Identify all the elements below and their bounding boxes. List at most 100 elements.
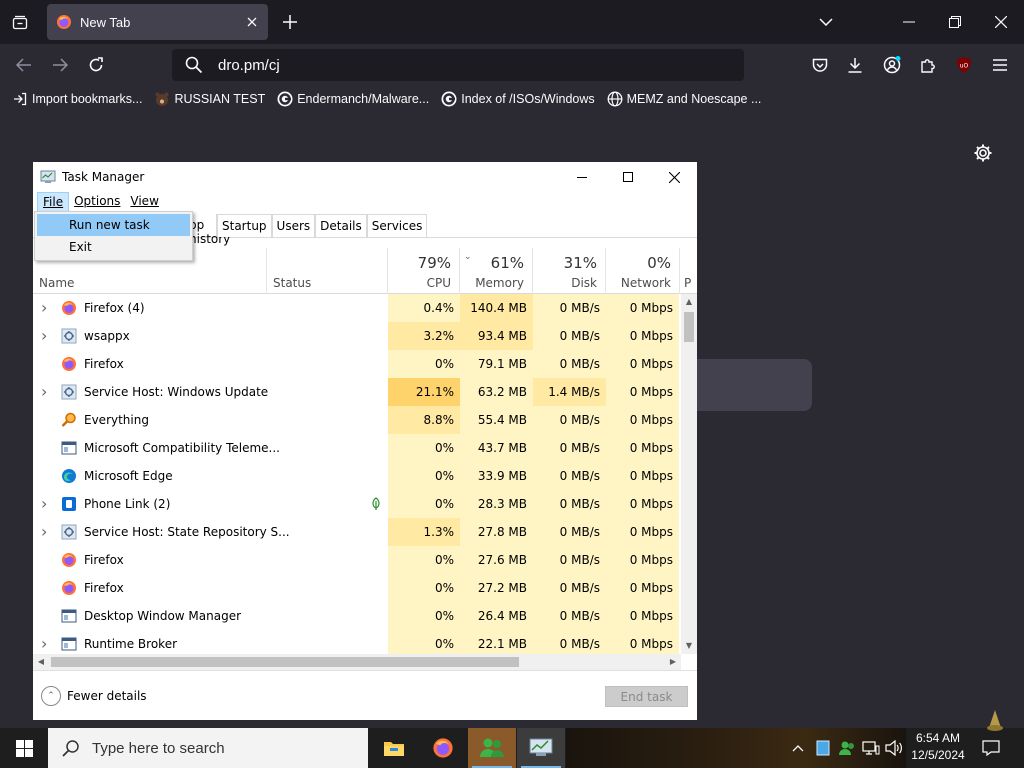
scroll-left-icon[interactable]: ◀ [33, 654, 49, 670]
forward-button[interactable] [45, 50, 75, 80]
tm-maximize-button[interactable] [605, 162, 651, 192]
url-bar[interactable]: dro.pm/cj [172, 49, 744, 81]
expand-chevron-icon[interactable]: › [41, 322, 51, 350]
network-status[interactable] [860, 728, 882, 768]
menu-item-run-new-task[interactable]: Run new task [37, 214, 190, 236]
volume-control[interactable] [883, 728, 905, 768]
bookmark-russian-test[interactable]: RUSSIAN TEST [154, 91, 265, 107]
bookmark-endermanch[interactable]: Endermanch/Malware... [277, 91, 429, 107]
taskbar-file-explorer[interactable] [370, 728, 418, 768]
table-row[interactable]: Microsoft Edge 0% 33.9 MB 0 MB/s 0 Mbps [33, 462, 681, 490]
vertical-scroll-thumb[interactable] [684, 312, 694, 342]
back-button[interactable] [9, 50, 39, 80]
taskbar-task-manager[interactable] [517, 728, 565, 768]
tm-minimize-button[interactable] [559, 162, 605, 192]
bookmark-import[interactable]: Import bookmarks... [12, 91, 142, 107]
table-row[interactable]: › wsappx 3.2% 93.4 MB 0 MB/s 0 Mbps [33, 322, 681, 350]
customize-newtab-button[interactable] [972, 142, 994, 164]
scroll-right-icon[interactable]: ▶ [665, 654, 681, 670]
cpu-label: CPU [426, 276, 451, 290]
expand-chevron-icon[interactable]: › [41, 490, 51, 518]
process-name: Desktop Window Manager [84, 609, 242, 623]
tabs-overflow-button[interactable] [812, 8, 840, 36]
efficiency-mode-leaf-icon [370, 497, 382, 511]
cell-network: 0 Mbps [606, 406, 679, 434]
menu-item-exit[interactable]: Exit [37, 236, 190, 258]
start-button[interactable] [0, 728, 48, 768]
task-manager-titlebar[interactable]: Task Manager [33, 162, 697, 192]
reload-button[interactable] [81, 50, 111, 80]
ublock-origin-button[interactable]: uO [949, 50, 979, 80]
account-button[interactable] [877, 50, 907, 80]
column-status[interactable]: Status [267, 248, 388, 294]
horizontal-scroll-thumb[interactable] [51, 657, 519, 667]
taskbar-search-box[interactable]: Type here to search [48, 728, 368, 768]
table-row[interactable]: › Runtime Broker 0% 22.1 MB 0 MB/s 0 Mbps [33, 630, 681, 654]
downloads-button[interactable] [840, 50, 870, 80]
tab-services[interactable]: Services [366, 214, 428, 237]
tab-details[interactable]: Details [315, 214, 367, 237]
table-row[interactable]: › Firefox (4) 0.4% 140.4 MB 0 MB/s 0 Mbps [33, 294, 681, 322]
column-power[interactable]: P [680, 248, 697, 294]
tab-new-tab[interactable]: New Tab [47, 4, 268, 40]
column-disk[interactable]: 31% Disk [533, 248, 606, 294]
expand-chevron-icon[interactable]: › [41, 630, 51, 654]
table-row[interactable]: Desktop Window Manager 0% 26.4 MB 0 MB/s 0 M… [33, 602, 681, 630]
tray-users-app[interactable] [836, 728, 858, 768]
table-row[interactable]: Firefox 0% 79.1 MB 0 MB/s 0 Mbps [33, 350, 681, 378]
process-name: Everything [84, 413, 149, 427]
edge-icon [61, 468, 77, 484]
table-row[interactable]: › Phone Link (2) 0% 28.3 MB 0 MB/s 0 Mbps [33, 490, 681, 518]
horizontal-scrollbar[interactable]: ◀ ▶ [33, 654, 681, 670]
table-row[interactable]: › Service Host: Windows Update 21.1% 63.2 M… [33, 378, 681, 406]
restore-window-button[interactable] [932, 0, 978, 44]
column-network[interactable]: 0% Network [606, 248, 680, 294]
vertical-scrollbar[interactable]: ▲ ▼ [681, 294, 697, 654]
cell-cpu: 8.8% [388, 406, 460, 434]
table-row[interactable]: Firefox 0% 27.6 MB 0 MB/s 0 Mbps [33, 546, 681, 574]
taskbar-clock[interactable]: 6:54 AM 12/5/2024 [906, 730, 970, 766]
action-center-button[interactable] [978, 728, 1004, 768]
tm-close-button[interactable] [651, 162, 697, 192]
search-icon [62, 740, 79, 757]
app-menu-button[interactable] [985, 50, 1015, 80]
table-row[interactable]: Firefox 0% 27.2 MB 0 MB/s 0 Mbps [33, 574, 681, 602]
expand-chevron-icon[interactable]: › [41, 378, 51, 406]
menu-file[interactable]: File [37, 192, 70, 212]
scroll-up-icon[interactable]: ▲ [681, 294, 697, 310]
extensions-button[interactable] [913, 50, 943, 80]
cell-network: 0 Mbps [606, 574, 679, 602]
tray-app-blue[interactable] [812, 728, 834, 768]
list-all-tabs-button[interactable] [6, 8, 34, 36]
minimize-window-button[interactable] [886, 0, 932, 44]
close-tab-icon[interactable] [240, 10, 264, 34]
show-hidden-icons-button[interactable] [788, 728, 808, 768]
pocket-button[interactable] [805, 50, 835, 80]
taskbar-firefox[interactable] [419, 728, 467, 768]
tab-startup[interactable]: Startup [217, 214, 272, 237]
scroll-down-icon[interactable]: ▼ [681, 638, 697, 654]
table-row[interactable]: Microsoft Compatibility Teleme... 0% 43.7 … [33, 434, 681, 462]
column-cpu[interactable]: 79% CPU [388, 248, 460, 294]
process-list[interactable]: › Firefox (4) 0.4% 140.4 MB 0 MB/s 0 Mbps › wsa… [33, 294, 681, 654]
taskbar-users-app[interactable] [468, 728, 516, 768]
table-row[interactable]: Everything 8.8% 55.4 MB 0 MB/s 0 Mbps [33, 406, 681, 434]
table-row[interactable]: › Service Host: State Repository S... 1.3%… [33, 518, 681, 546]
chevron-up-icon: ⌃ [41, 686, 61, 706]
menu-view[interactable]: View [125, 192, 163, 212]
cell-memory: 63.2 MB [460, 378, 533, 406]
cell-cpu: 0% [388, 546, 460, 574]
new-tab-button[interactable] [276, 8, 304, 36]
back-arrow-icon [16, 58, 31, 72]
expand-chevron-icon[interactable]: › [41, 294, 51, 322]
tab-users[interactable]: Users [271, 214, 316, 237]
column-memory[interactable]: ⌄ 61% Memory [460, 248, 533, 294]
end-task-button[interactable]: End task [605, 686, 688, 707]
bookmark-memz[interactable]: MEMZ and Noescape ... [607, 91, 761, 107]
bookmark-index-isos[interactable]: Index of /ISOs/Windows [441, 91, 595, 107]
close-window-button[interactable] [978, 0, 1024, 44]
fewer-details-button[interactable]: ⌃ Fewer details [41, 686, 147, 706]
menu-options[interactable]: Options [69, 192, 125, 212]
expand-chevron-icon[interactable]: › [41, 518, 51, 546]
url-text[interactable]: dro.pm/cj [218, 57, 280, 74]
